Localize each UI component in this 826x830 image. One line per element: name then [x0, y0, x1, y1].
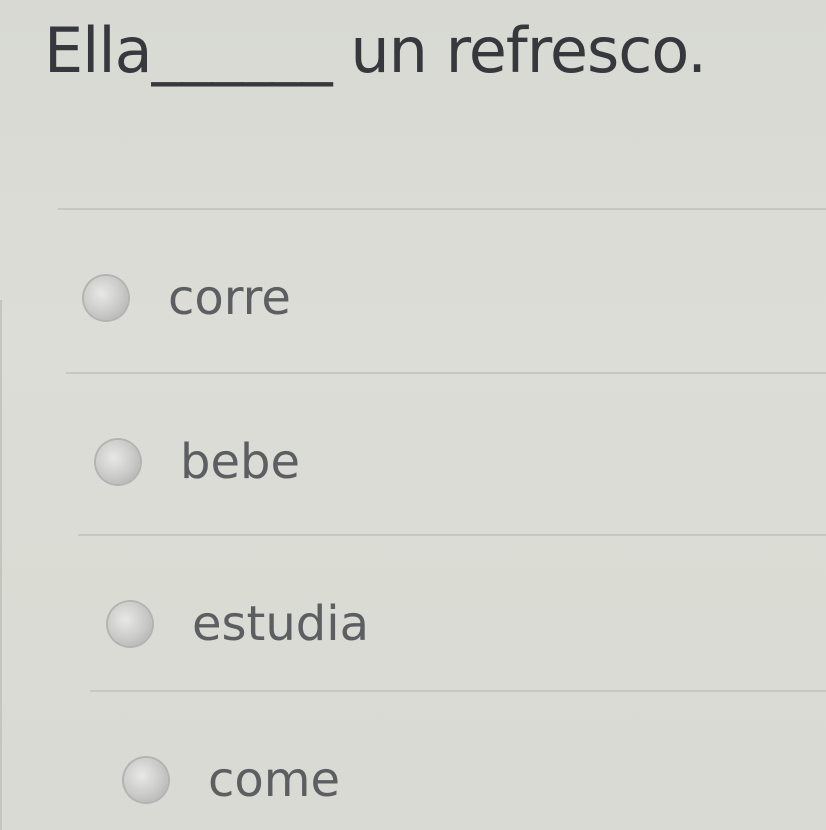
divider — [78, 534, 826, 536]
option-label: estudia — [192, 596, 369, 652]
option-label: bebe — [180, 434, 300, 490]
option-bebe[interactable]: bebe — [96, 434, 300, 490]
panel-edge — [0, 300, 2, 830]
option-come[interactable]: come — [124, 752, 340, 808]
option-label: corre — [168, 270, 291, 326]
divider — [66, 372, 826, 374]
radio-button-icon[interactable] — [124, 758, 168, 802]
radio-button-icon[interactable] — [108, 602, 152, 646]
option-estudia[interactable]: estudia — [108, 596, 369, 652]
radio-button-icon[interactable] — [84, 276, 128, 320]
divider — [58, 208, 826, 210]
option-label: come — [208, 752, 341, 808]
question-text: Ella______ un refresco. — [44, 14, 707, 87]
radio-button-icon[interactable] — [96, 440, 140, 484]
option-corre[interactable]: corre — [84, 270, 291, 326]
divider — [90, 690, 826, 692]
